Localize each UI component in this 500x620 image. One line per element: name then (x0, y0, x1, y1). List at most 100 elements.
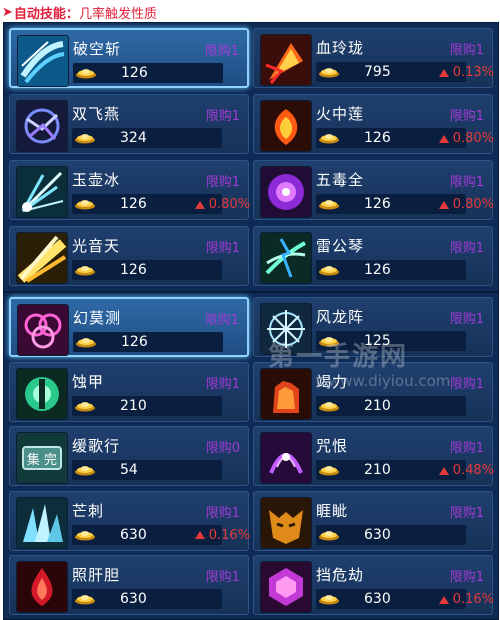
gold-ingot-icon (74, 593, 96, 605)
price-bar: 630 0.16% (316, 589, 494, 609)
rate-percent: 0.16% (452, 592, 494, 607)
skill-name: 幻莫测 (73, 309, 122, 327)
purchase-limit: 限购1 (205, 505, 240, 521)
rate-increase: 0.13% (438, 65, 494, 80)
purchase-limit: 限购1 (449, 312, 484, 327)
blood-fire-icon (260, 34, 312, 86)
skill-grid-bottom: 幻莫测 限购1 126 风龙阵 限购1 125 蚀甲 限购1 210 竭力 限购1 210 集 完缓歌行… (4, 293, 498, 619)
rate-percent: 0.13% (452, 65, 494, 80)
price-bar: 630 (316, 524, 466, 545)
twin-swallow-icon (16, 100, 68, 152)
skill-price: 210 (120, 397, 147, 414)
up-arrow-icon (438, 595, 449, 604)
rate-increase: 0.16% (194, 527, 250, 543)
skill-card[interactable]: 照肝胆 限购1 630 (9, 555, 249, 615)
skill-card[interactable]: 破空斩 限购1 126 (9, 28, 249, 88)
skill-card[interactable]: 幻莫测 限购1 126 (9, 297, 249, 357)
skill-name: 蚀甲 (72, 372, 105, 391)
skill-card[interactable]: 血玲珑 限购1 795 0.13% (253, 28, 494, 88)
blood-drop-icon (16, 561, 68, 613)
skill-price: 630 (364, 591, 391, 607)
skill-card[interactable]: 蚀甲 限购1 210 (9, 361, 249, 422)
gold-ingot-icon (318, 132, 340, 144)
gold-ingot-icon (318, 264, 340, 276)
skill-card[interactable]: 玉壶冰 限购1 126 0.80% (9, 160, 250, 220)
price-bar: 126 (73, 63, 223, 83)
gold-ingot-icon (318, 198, 340, 210)
skill-name: 双飞燕 (72, 105, 121, 123)
price-bar: 54 (72, 460, 222, 480)
price-bar: 126 0.80% (316, 128, 494, 148)
gold-ingot-icon (74, 529, 96, 541)
purchase-limit: 限购1 (449, 505, 484, 521)
gold-ingot-icon (318, 66, 340, 78)
skill-name: 玉壶冰 (72, 171, 121, 189)
purchase-limit: 限购1 (449, 175, 484, 190)
skill-card[interactable]: 睚眦 限购1 630 (253, 490, 493, 551)
rate-percent: 0.80% (452, 197, 494, 212)
skill-card[interactable]: 芒刺 限购1 630 0.16% (9, 490, 250, 551)
skill-card[interactable]: 光音天 限购1 126 (9, 226, 249, 286)
gold-ingot-icon (74, 464, 96, 476)
curse-icon (260, 432, 312, 484)
header-label: 自动技能 (13, 6, 66, 22)
skill-panel-bottom: 幻莫测 限购1 126 风龙阵 限购1 125 蚀甲 限购1 210 竭力 限购1 210 集 完缓歌行… (3, 292, 499, 620)
up-arrow-icon (194, 531, 205, 539)
price-bar: 630 0.16% (72, 524, 250, 545)
skill-grid-top: 破空斩 限购1 126 血玲珑 限购1 795 0.13% 双飞燕 限购1 324 火中莲 限购1 12… (4, 23, 498, 291)
purchase-limit: 限购1 (205, 570, 240, 585)
skill-card[interactable]: 火中莲 限购1 126 0.80% (253, 94, 494, 154)
gold-ingot-icon (74, 400, 96, 412)
skill-price: 795 (364, 64, 391, 80)
exhaust-fist-icon (260, 367, 312, 420)
seal-scroll-icon: 集 完 (16, 432, 68, 484)
price-bar: 126 0.80% (316, 194, 494, 214)
price-bar: 630 (72, 589, 222, 609)
header-separator: ： (65, 6, 79, 22)
skill-card[interactable]: 双飞燕 限购1 324 (9, 94, 249, 154)
skill-panel-top: 破空斩 限购1 126 血玲珑 限购1 795 0.13% 双飞燕 限购1 324 火中莲 限购1 12… (3, 22, 499, 292)
fire-lotus-icon (260, 100, 312, 152)
up-arrow-icon (438, 466, 449, 475)
price-bar: 126 (316, 260, 466, 280)
poison-orb-icon (260, 166, 312, 218)
skill-price: 126 (364, 196, 391, 212)
skill-price: 324 (120, 130, 147, 146)
rate-percent: 0.16% (208, 527, 250, 543)
rate-increase: 0.80% (438, 131, 494, 146)
illusion-icon (17, 304, 69, 356)
purchase-limit: 限购1 (205, 175, 240, 190)
skill-name: 咒恨 (316, 437, 349, 455)
skill-card[interactable]: 集 完缓歌行 限购0 54 (9, 426, 249, 486)
skill-price: 126 (364, 262, 391, 278)
price-bar: 210 (316, 395, 466, 416)
corrode-armor-icon (16, 367, 68, 420)
skill-card[interactable]: 五毒全 限购1 126 0.80% (253, 160, 494, 220)
skill-price: 210 (364, 462, 391, 478)
gold-ingot-icon (318, 400, 340, 412)
up-arrow-icon (194, 200, 205, 209)
skill-name: 雷公琴 (316, 237, 365, 255)
skill-price: 126 (121, 334, 148, 350)
wind-slash-icon (17, 35, 69, 87)
skill-card[interactable]: 雷公琴 限购1 126 (253, 226, 493, 286)
skill-price: 126 (364, 130, 391, 146)
up-arrow-icon (438, 134, 449, 143)
purchase-limit: 限购1 (205, 109, 240, 124)
rate-percent: 0.80% (208, 197, 250, 212)
gold-ingot-icon (318, 593, 340, 605)
gold-ingot-icon (75, 336, 97, 348)
rate-increase: 0.80% (438, 197, 494, 212)
price-bar: 126 (72, 260, 222, 280)
skill-card[interactable]: 挡危劫 限购1 630 0.16% (253, 555, 494, 615)
svg-text:集 完: 集 完 (27, 452, 57, 468)
skill-price: 630 (120, 591, 147, 607)
purchase-limit: 限购1 (449, 109, 484, 124)
purchase-limit: 限购0 (205, 441, 240, 456)
price-bar: 210 (72, 395, 222, 416)
header-text: 几率触发性质 (78, 6, 157, 22)
skill-name: 光音天 (72, 237, 121, 255)
thunder-harp-icon (260, 232, 312, 284)
skill-card[interactable]: 咒恨 限购1 210 0.48% (253, 426, 494, 486)
purchase-limit: 限购1 (449, 570, 484, 585)
